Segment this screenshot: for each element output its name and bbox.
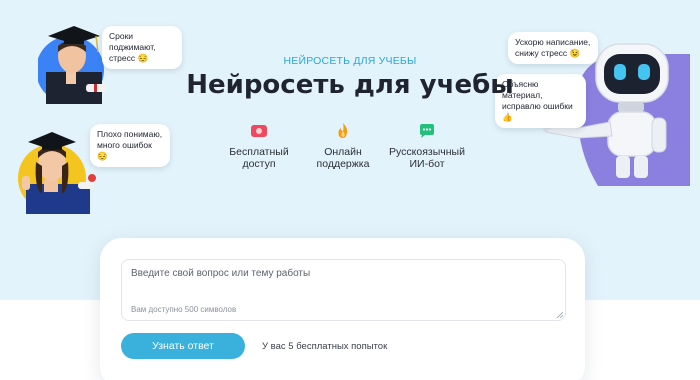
flame-icon (338, 123, 348, 138)
feature-russian-bot: Русскоязычный ИИ-бот (372, 122, 482, 170)
student-speech-bubble: Плохо понимаю, много ошибок 😔 (90, 124, 170, 167)
hero-eyebrow: НЕЙРОСЕТЬ ДЛЯ УЧЕБЫ (283, 55, 417, 67)
question-form-card: Введите свой вопрос или тему работы Вам … (100, 238, 585, 380)
feature-russian-bot-label: Русскоязычный ИИ-бот (389, 146, 465, 170)
page-title: Нейросеть для учебы (186, 70, 514, 100)
question-input-placeholder: Введите свой вопрос или тему работы (131, 268, 311, 279)
resize-handle-icon[interactable] (557, 312, 563, 318)
free-attempts-text: У вас 5 бесплатных попыток (262, 341, 388, 352)
get-answer-button[interactable]: Узнать ответ (121, 333, 245, 359)
character-limit-note: Вам доступно 500 символов (131, 305, 237, 314)
chat-icon (420, 124, 434, 138)
money-icon (251, 125, 267, 137)
student-photo (18, 132, 96, 214)
question-input[interactable]: Введите свой вопрос или тему работы Вам … (121, 259, 566, 321)
